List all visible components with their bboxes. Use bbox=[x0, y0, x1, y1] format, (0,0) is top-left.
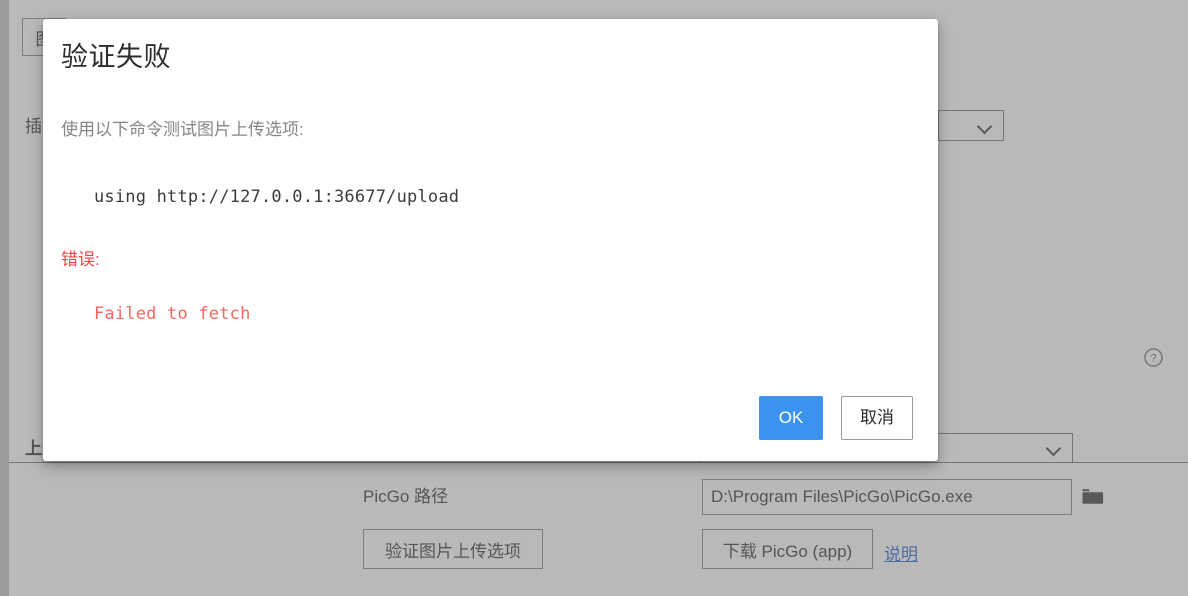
dialog-body: 使用以下命令测试图片上传选项: using http://127.0.0.1:3… bbox=[61, 117, 920, 324]
cancel-button[interactable]: 取消 bbox=[841, 396, 913, 440]
ok-button[interactable]: OK bbox=[759, 396, 823, 440]
dialog-title: 验证失败 bbox=[61, 42, 171, 72]
dialog-error-label: 错误: bbox=[61, 249, 100, 269]
dialog-error-message: Failed to fetch bbox=[94, 303, 251, 324]
validation-failed-dialog: 验证失败 使用以下命令测试图片上传选项: using http://127.0.… bbox=[43, 19, 938, 461]
dialog-command-text: using http://127.0.0.1:36677/upload bbox=[94, 186, 460, 207]
dialog-actions: OK 取消 bbox=[759, 396, 913, 440]
dialog-intro-text: 使用以下命令测试图片上传选项: bbox=[61, 120, 304, 139]
